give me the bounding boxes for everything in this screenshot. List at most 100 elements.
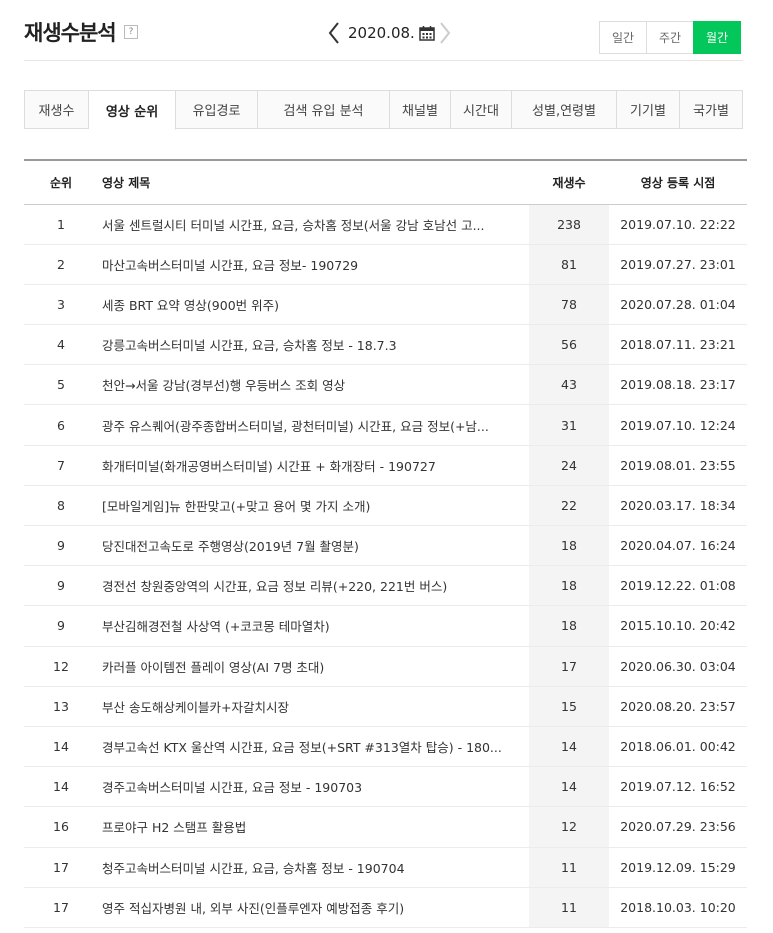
header-rank[interactable]: 순위 [24,160,98,204]
row-upload-date: 2018.10.03. 10:20 [620,899,736,915]
current-date: 2020.08. [348,24,415,42]
row-rank: 17 [53,899,69,915]
table-row[interactable]: 3 세종 BRT 요약 영상(900번 위주) 78 2020.07.28. 01:0… [24,284,747,325]
row-upload-date: 2019.07.12. 16:52 [620,779,736,795]
calendar-icon [419,26,435,41]
row-rank: 9 [57,538,65,554]
row-video-title[interactable]: 세종 BRT 요약 영상(900번 위주) [98,284,529,324]
table-row[interactable]: 4 강릉고속버스터미널 시간표, 요금, 승차홈 정보 - 18.7.3 56 201… [24,324,747,365]
row-plays: 12 [529,806,609,847]
row-video-title[interactable]: 경전선 창원중앙역의 시간표, 요금 정보 리뷰(+220, 221번 버스) [98,566,529,606]
row-video-title[interactable]: 카러플 아이템전 플레이 영상(AI 7명 초대) [98,646,529,686]
row-rank: 5 [57,377,65,393]
chevron-right-icon [440,22,451,44]
row-plays: 15 [529,686,609,727]
date-navigator: 2020.08. [326,20,453,46]
table-row[interactable]: 16 프로야구 H2 스탬프 활용법 12 2020.07.29. 23:56 [24,806,747,847]
table-row[interactable]: 9 부산김해경전철 사상역 (+코코몽 테마열차) 18 2015.10.10. 20… [24,605,747,647]
table-row[interactable]: 13 부산 송도해상케이블카+자갈치시장 15 2020.08.20. 23:57 [24,686,747,727]
calendar-button[interactable] [419,24,437,42]
page-header: 재생수분석 ? 2020.08. 일간 주간 월간 [0,0,773,61]
row-plays: 14 [529,766,609,807]
row-plays: 238 [529,204,609,245]
row-video-title[interactable]: 화개터미널(화개공영버스터미널) 시간표 + 화개장터 - 190727 [98,445,529,485]
row-rank: 14 [53,739,69,755]
row-rank: 8 [57,497,65,513]
table-row[interactable]: 5 천안→서울 강남(경부선)행 우등버스 조회 영상 43 2019.08.18. … [24,364,747,405]
table-row[interactable]: 9 당진대전고속도로 주행영상(2019년 7월 촬영분) 18 2020.04.07… [24,525,747,566]
row-upload-date: 2020.06.30. 03:04 [620,658,736,674]
period-monthly-button[interactable]: 월간 [693,21,741,54]
row-video-title[interactable]: 서울 센트럴시티 터미널 시간표, 요금, 승차홈 정보(서울 강남 호남선 고… [98,204,529,244]
tab-by-time[interactable]: 시간대 [451,91,512,128]
row-upload-date: 2019.07.10. 22:22 [620,216,736,232]
help-icon[interactable]: ? [124,25,138,39]
period-weekly-button[interactable]: 주간 [646,21,694,54]
row-video-title[interactable]: 광주 유스퀘어(광주종합버스터미널, 광천터미널) 시간표, 요금 정보(+남.… [98,405,529,445]
header-date[interactable]: 영상 등록 시점 [609,160,747,204]
row-upload-date: 2018.07.11. 23:21 [620,337,736,353]
tab-video-ranking[interactable]: 영상 순위 [89,91,176,130]
table-body: 1 서울 센트럴시티 터미널 시간표, 요금, 승차홈 정보(서울 강남 호남선 … [24,204,747,928]
row-plays: 31 [529,404,609,446]
row-upload-date: 2019.08.18. 23:17 [620,377,736,393]
tab-by-country[interactable]: 국가별 [680,91,742,128]
row-video-title[interactable]: 프로야구 H2 스탬프 활용법 [98,807,529,847]
row-plays: 18 [529,565,609,606]
row-upload-date: 2019.08.01. 23:55 [620,457,736,473]
row-video-title[interactable]: 천안→서울 강남(경부선)행 우등버스 조회 영상 [98,365,529,405]
table-row[interactable]: 8 [모바일게임]뉴 한판맞고(+맞고 용어 몇 가지 소개) 22 2020.03.… [24,485,747,526]
row-rank: 1 [57,216,65,232]
table-row[interactable]: 7 화개터미널(화개공영버스터미널) 시간표 + 화개장터 - 190727 24 2… [24,445,747,486]
period-daily-button[interactable]: 일간 [599,21,647,54]
header-plays[interactable]: 재생수 [529,160,609,204]
row-video-title[interactable]: 당진대전고속도로 주행영상(2019년 7월 촬영분) [98,526,529,566]
row-plays: 18 [529,525,609,566]
tab-search-inflow[interactable]: 검색 유입 분석 [258,91,390,128]
row-upload-date: 2020.07.29. 23:56 [620,819,736,835]
tab-gender-age[interactable]: 성별,연령별 [512,91,617,128]
tab-by-device[interactable]: 기기별 [617,91,680,128]
row-video-title[interactable]: [모바일게임]뉴 한판맞고(+맞고 용어 몇 가지 소개) [98,485,529,525]
table-row[interactable]: 12 카러플 아이템전 플레이 영상(AI 7명 초대) 17 2020.06.30.… [24,646,747,687]
table-row[interactable]: 9 경전선 창원중앙역의 시간표, 요금 정보 리뷰(+220, 221번 버스)… [24,565,747,606]
row-plays: 11 [529,847,609,888]
table-row[interactable]: 14 경주고속버스터미널 시간표, 요금 정보 - 190703 14 2019.07… [24,766,747,807]
header-divider [24,60,743,61]
row-upload-date: 2019.07.27. 23:01 [620,256,736,272]
row-plays: 56 [529,324,609,365]
row-rank: 4 [57,337,65,353]
row-upload-date: 2019.12.09. 15:29 [620,859,736,875]
table-row[interactable]: 2 마산고속버스터미널 시간표, 요금 정보- 190729 81 2019.07.2… [24,244,747,285]
table-row[interactable]: 17 영주 적십자병원 내, 외부 사진(인플루엔자 예방접종 후기) 11 2018… [24,887,747,928]
row-video-title[interactable]: 영주 적십자병원 내, 외부 사진(인플루엔자 예방접종 후기) [98,887,529,927]
row-video-title[interactable]: 마산고속버스터미널 시간표, 요금 정보- 190729 [98,244,529,284]
row-rank: 13 [53,698,69,714]
tab-traffic-source[interactable]: 유입경로 [176,91,258,128]
next-month-button[interactable] [437,20,453,46]
row-upload-date: 2018.06.01. 00:42 [620,739,736,755]
table-row[interactable]: 1 서울 센트럴시티 터미널 시간표, 요금, 승차홈 정보(서울 강남 호남선 … [24,204,747,245]
row-video-title[interactable]: 경주고속버스터미널 시간표, 요금 정보 - 190703 [98,767,529,807]
chevron-left-icon [328,22,339,44]
row-rank: 9 [57,578,65,594]
analysis-tabs: 재생수 영상 순위 유입경로 검색 유입 분석 채널별 시간대 성별,연령별 기… [24,90,743,130]
row-video-title[interactable]: 부산김해경전철 사상역 (+코코몽 테마열차) [98,606,529,646]
period-toggle: 일간 주간 월간 [599,21,741,54]
row-rank: 9 [57,618,65,634]
tab-plays[interactable]: 재생수 [25,91,89,128]
row-video-title[interactable]: 경부고속선 KTX 울산역 시간표, 요금 정보(+SRT #313열차 탑승)… [98,726,529,766]
row-upload-date: 2019.07.10. 12:24 [620,417,736,433]
prev-month-button[interactable] [326,20,342,46]
row-video-title[interactable]: 강릉고속버스터미널 시간표, 요금, 승차홈 정보 - 18.7.3 [98,325,529,365]
row-rank: 14 [53,779,69,795]
row-video-title[interactable]: 청주고속버스터미널 시간표, 요금, 승차홈 정보 - 190704 [98,847,529,887]
table-row[interactable]: 6 광주 유스퀘어(광주종합버스터미널, 광천터미널) 시간표, 요금 정보(+남… [24,404,747,446]
row-upload-date: 2020.08.20. 23:57 [620,698,736,714]
row-upload-date: 2020.03.17. 18:34 [620,497,736,513]
table-row[interactable]: 17 청주고속버스터미널 시간표, 요금, 승차홈 정보 - 190704 11 20… [24,847,747,888]
table-row[interactable]: 14 경부고속선 KTX 울산역 시간표, 요금 정보(+SRT #313열차 탑… [24,726,747,767]
tab-by-channel[interactable]: 채널별 [390,91,451,128]
row-video-title[interactable]: 부산 송도해상케이블카+자갈치시장 [98,686,529,726]
row-upload-date: 2015.10.10. 20:42 [620,618,736,634]
